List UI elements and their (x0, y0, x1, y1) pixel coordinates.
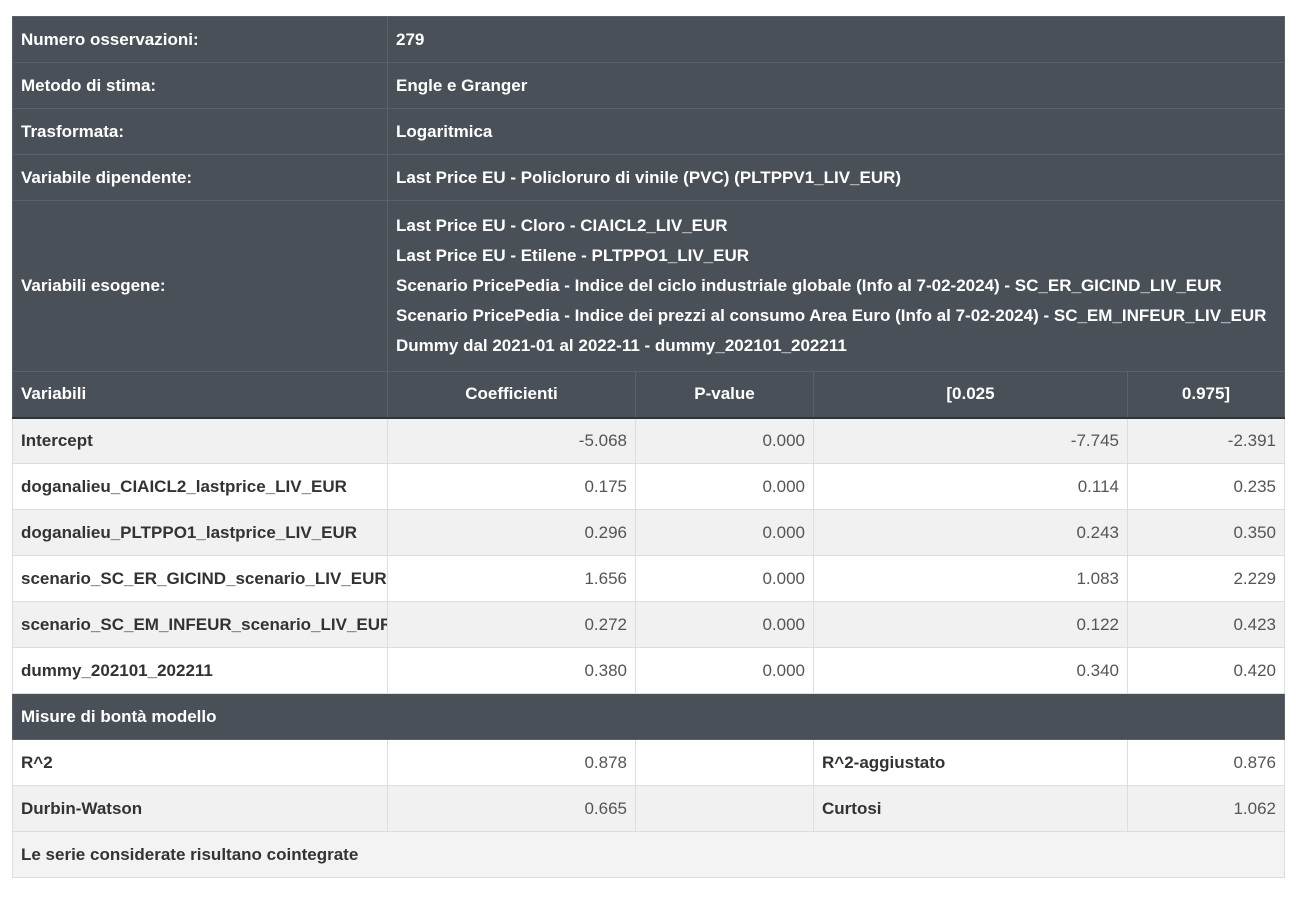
table-row: doganalieu_CIAICL2_lastprice_LIV_EUR 0.1… (12, 463, 1285, 510)
ci-upper-value: 0.420 (1127, 647, 1285, 694)
transform-value: Logaritmica (387, 108, 1285, 155)
table-row: dummy_202101_202211 0.380 0.000 0.340 0.… (12, 647, 1285, 694)
fit-row-r2: R^2 0.878 R^2-aggiustato 0.876 (12, 739, 1285, 786)
observations-value: 279 (387, 16, 1285, 63)
info-row-observations: Numero osservazioni: 279 (12, 16, 1285, 63)
variable-name: scenario_SC_ER_GICIND_scenario_LIV_EUR (12, 555, 388, 602)
exogenous-item: Dummy dal 2021-01 al 2022-11 - dummy_202… (396, 336, 847, 355)
variable-name: doganalieu_PLTPPO1_lastprice_LIV_EUR (12, 509, 388, 556)
exogenous-list: Last Price EU - Cloro - CIAICL2_LIV_EUR … (387, 200, 1285, 372)
conclusion-text: Le serie considerate risultano cointegra… (12, 831, 1285, 878)
table-row: scenario_SC_ER_GICIND_scenario_LIV_EUR 1… (12, 555, 1285, 602)
exogenous-item: Scenario PricePedia - Indice dei prezzi … (396, 306, 1267, 325)
variable-name: doganalieu_CIAICL2_lastprice_LIV_EUR (12, 463, 388, 510)
info-row-transform: Trasformata: Logaritmica (12, 108, 1285, 155)
ci-upper-value: 0.235 (1127, 463, 1285, 510)
info-row-method: Metodo di stima: Engle e Granger (12, 62, 1285, 109)
ci-lower-value: 0.122 (813, 601, 1128, 648)
exogenous-label: Variabili esogene: (12, 200, 388, 372)
coef-header-row: Variabili Coefficienti P-value [0.025 0.… (12, 371, 1285, 419)
pvalue-value: 0.000 (635, 417, 814, 464)
pvalue-value: 0.000 (635, 647, 814, 694)
header-pvalue: P-value (635, 371, 814, 419)
ci-lower-value: 0.340 (813, 647, 1128, 694)
dependent-value: Last Price EU - Policloruro di vinile (P… (387, 154, 1285, 201)
ci-upper-value: -2.391 (1127, 417, 1285, 464)
table-row: Intercept -5.068 0.000 -7.745 -2.391 (12, 417, 1285, 464)
ci-upper-value: 0.350 (1127, 509, 1285, 556)
r2-label: R^2 (12, 739, 388, 786)
regression-report: Numero osservazioni: 279 Metodo di stima… (12, 16, 1285, 878)
ci-upper-value: 2.229 (1127, 555, 1285, 602)
fit-row-dw: Durbin-Watson 0.665 Curtosi 1.062 (12, 785, 1285, 832)
header-ci-upper: 0.975] (1127, 371, 1285, 419)
r2-value: 0.878 (387, 739, 636, 786)
exogenous-item: Last Price EU - Etilene - PLTPPO1_LIV_EU… (396, 246, 750, 265)
variable-name: Intercept (12, 417, 388, 464)
transform-label: Trasformata: (12, 108, 388, 155)
exogenous-item: Scenario PricePedia - Indice del ciclo i… (396, 276, 1222, 295)
pvalue-value: 0.000 (635, 509, 814, 556)
info-row-dependent: Variabile dipendente: Last Price EU - Po… (12, 154, 1285, 201)
variable-name: scenario_SC_EM_INFEUR_scenario_LIV_EUR (12, 601, 388, 648)
regression-table: Numero osservazioni: 279 Metodo di stima… (12, 16, 1285, 878)
coefficient-value: -5.068 (387, 417, 636, 464)
conclusion-row: Le serie considerate risultano cointegra… (12, 831, 1285, 878)
table-row: scenario_SC_EM_INFEUR_scenario_LIV_EUR 0… (12, 601, 1285, 648)
observations-label: Numero osservazioni: (12, 16, 388, 63)
durbin-watson-label: Durbin-Watson (12, 785, 388, 832)
kurtosis-value: 1.062 (1127, 785, 1285, 832)
coefficient-value: 1.656 (387, 555, 636, 602)
empty-cell (635, 785, 814, 832)
r2-adjusted-value: 0.876 (1127, 739, 1285, 786)
exogenous-item: Last Price EU - Cloro - CIAICL2_LIV_EUR (396, 216, 728, 235)
method-value: Engle e Granger (387, 62, 1285, 109)
header-variables: Variabili (12, 371, 388, 419)
method-label: Metodo di stima: (12, 62, 388, 109)
ci-lower-value: -7.745 (813, 417, 1128, 464)
pvalue-value: 0.000 (635, 601, 814, 648)
coefficient-value: 0.272 (387, 601, 636, 648)
ci-lower-value: 0.114 (813, 463, 1128, 510)
empty-cell (635, 739, 814, 786)
kurtosis-label: Curtosi (813, 785, 1128, 832)
info-row-exogenous: Variabili esogene: Last Price EU - Cloro… (12, 200, 1285, 372)
variable-name: dummy_202101_202211 (12, 647, 388, 694)
header-coefficients: Coefficienti (387, 371, 636, 419)
coefficient-value: 0.380 (387, 647, 636, 694)
fit-section-title: Misure di bontà modello (12, 693, 1285, 740)
durbin-watson-value: 0.665 (387, 785, 636, 832)
header-ci-lower: [0.025 (813, 371, 1128, 419)
pvalue-value: 0.000 (635, 555, 814, 602)
fit-section-header: Misure di bontà modello (12, 693, 1285, 740)
coefficient-value: 0.296 (387, 509, 636, 556)
coefficient-value: 0.175 (387, 463, 636, 510)
r2-adjusted-label: R^2-aggiustato (813, 739, 1128, 786)
ci-lower-value: 0.243 (813, 509, 1128, 556)
ci-lower-value: 1.083 (813, 555, 1128, 602)
dependent-label: Variabile dipendente: (12, 154, 388, 201)
ci-upper-value: 0.423 (1127, 601, 1285, 648)
pvalue-value: 0.000 (635, 463, 814, 510)
table-row: doganalieu_PLTPPO1_lastprice_LIV_EUR 0.2… (12, 509, 1285, 556)
